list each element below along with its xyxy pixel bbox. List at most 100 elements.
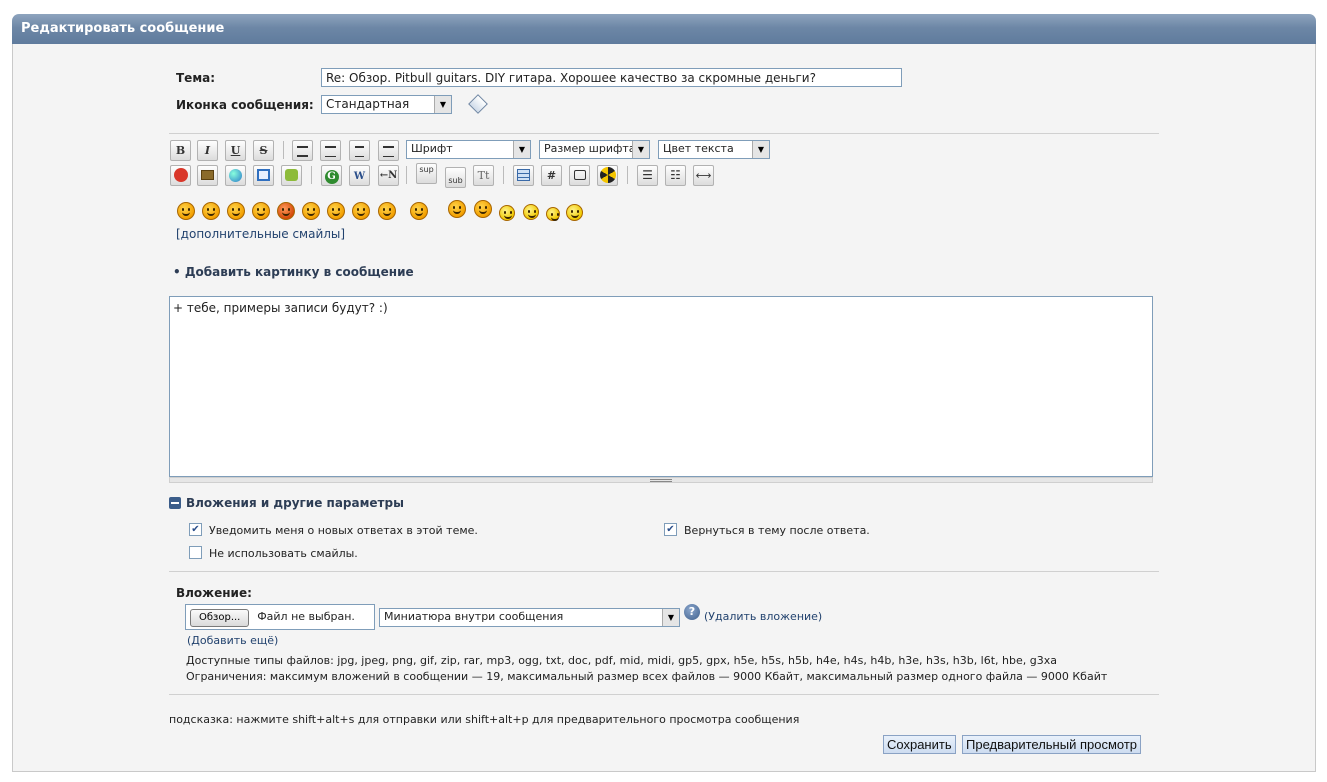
- chevron-down-icon: ▼: [752, 141, 769, 158]
- bullet-icon: •: [173, 265, 185, 279]
- smiley-icon[interactable]: [202, 202, 220, 220]
- editor-resize-handle[interactable]: [169, 477, 1153, 483]
- browse-button[interactable]: Обзор...: [190, 609, 250, 627]
- divider: [169, 133, 1159, 134]
- smiley-icon[interactable]: [546, 207, 560, 221]
- divider: [169, 694, 1159, 695]
- angry-smiley-icon[interactable]: [277, 202, 295, 220]
- chevron-down-icon: ▼: [632, 141, 649, 158]
- smiley-icon[interactable]: [410, 202, 428, 220]
- smiley-icon[interactable]: [302, 202, 320, 220]
- icon-select[interactable]: Стандартная ▼: [321, 95, 452, 114]
- separator: [311, 166, 312, 184]
- smiley-icon[interactable]: [474, 200, 492, 218]
- align-right-icon: [383, 146, 394, 157]
- checkmark-icon: ✔: [191, 524, 200, 535]
- globe-link-icon: [229, 169, 242, 182]
- align-center-icon: [355, 146, 364, 157]
- wiki-button[interactable]: W: [349, 165, 370, 186]
- indent-arrow-icon: ←N: [379, 170, 398, 181]
- limits-text: Ограничения: максимум вложений в сообщен…: [186, 670, 1108, 683]
- horizontal-arrows-icon: ⟷: [695, 169, 712, 182]
- quote-button[interactable]: [569, 165, 590, 186]
- strike-button[interactable]: S: [253, 140, 274, 161]
- notify-label: Уведомить меня о новых ответах в этой те…: [209, 524, 478, 537]
- insert-email-button[interactable]: [253, 165, 274, 186]
- notify-checkbox[interactable]: ✔: [189, 523, 202, 536]
- align-center-button[interactable]: [349, 140, 370, 161]
- collapse-icon[interactable]: [169, 497, 181, 509]
- size-select-value: Размер шрифта: [544, 142, 636, 155]
- align-left-button[interactable]: [320, 140, 341, 161]
- chevron-down-icon: ▼: [513, 141, 530, 158]
- add-image-label: Добавить картинку в сообщение: [184, 265, 414, 279]
- color-select[interactable]: Цвет текста ▼: [658, 140, 770, 159]
- horizontal-rule-button[interactable]: ⟷: [693, 165, 714, 186]
- subject-input[interactable]: Re: Обзор. Pitbull guitars. DIY гитара. …: [321, 68, 902, 87]
- underline-button[interactable]: U: [225, 140, 246, 161]
- add-more-link[interactable]: (Добавить ещё): [187, 634, 278, 647]
- email-icon: [257, 169, 270, 181]
- separator: [627, 166, 628, 184]
- font-select[interactable]: Шрифт ▼: [406, 140, 531, 159]
- google-icon: G: [324, 170, 339, 184]
- allowed-types-text: Доступные типы файлов: jpg, jpeg, png, g…: [186, 654, 1057, 667]
- preview-button[interactable]: Предварительный просмотр: [962, 735, 1142, 754]
- file-input[interactable]: Обзор... Файл не выбран.: [185, 604, 375, 630]
- insert-table-button[interactable]: [513, 165, 534, 186]
- smiley-icon[interactable]: [177, 202, 195, 220]
- insert-image-button[interactable]: [197, 165, 218, 186]
- help-icon[interactable]: ?: [684, 604, 700, 620]
- bullet-list-button[interactable]: ☰: [637, 165, 658, 186]
- size-select[interactable]: Размер шрифта ▼: [539, 140, 650, 159]
- numbered-list-icon: ☷: [670, 168, 681, 182]
- add-image-toggle[interactable]: • Добавить картинку в сообщение: [173, 265, 414, 279]
- separator: [283, 141, 284, 159]
- code-button[interactable]: #: [541, 165, 562, 186]
- smiley-icon[interactable]: [252, 202, 270, 220]
- numbered-list-button[interactable]: ☷: [665, 165, 686, 186]
- subject-label: Тема:: [176, 71, 216, 85]
- align-justify-icon: [297, 146, 308, 157]
- smiley-icon[interactable]: [327, 202, 345, 220]
- delete-attachment-link[interactable]: (Удалить вложение): [704, 610, 822, 623]
- teletype-button[interactable]: Tt: [473, 165, 494, 186]
- checkmark-icon: ✔: [666, 524, 675, 535]
- subscript-button[interactable]: sub: [445, 167, 466, 188]
- color-select-value: Цвет текста: [663, 142, 734, 155]
- hint-text: подсказка: нажмите shift+alt+s для отпра…: [169, 713, 800, 726]
- icon-select-value: Стандартная: [326, 97, 410, 111]
- google-button[interactable]: G: [321, 165, 342, 186]
- no-smilies-checkbox[interactable]: [189, 546, 202, 559]
- smiley-icon[interactable]: [566, 204, 583, 221]
- media-icon: [285, 169, 298, 181]
- cool-smiley-icon[interactable]: [378, 202, 396, 220]
- remove-format-button[interactable]: [170, 165, 191, 186]
- return-checkbox[interactable]: ✔: [664, 523, 677, 536]
- chevron-down-icon: ▼: [434, 96, 451, 113]
- no-smilies-label: Не использовать смайлы.: [209, 547, 358, 560]
- chevron-down-icon: ▼: [662, 609, 679, 626]
- bold-button[interactable]: B: [170, 140, 191, 161]
- smiley-icon[interactable]: [448, 200, 466, 218]
- align-right-button[interactable]: [378, 140, 399, 161]
- insert-link-button[interactable]: [225, 165, 246, 186]
- superscript-button[interactable]: sup: [416, 163, 437, 184]
- spoiler-button[interactable]: [597, 165, 618, 186]
- justify-button[interactable]: [292, 140, 313, 161]
- smiley-icon[interactable]: [499, 205, 515, 221]
- italic-button[interactable]: I: [197, 140, 218, 161]
- align-left-icon: [325, 146, 336, 157]
- attachment-mode-value: Миниатюра внутри сообщения: [384, 610, 564, 623]
- attachment-label: Вложение:: [176, 586, 252, 600]
- attachment-mode-select[interactable]: Миниатюра внутри сообщения ▼: [379, 608, 680, 627]
- smiley-icon[interactable]: [227, 202, 245, 220]
- more-smilies-link[interactable]: [дополнительные смайлы]: [176, 227, 345, 241]
- save-button[interactable]: Сохранить: [883, 735, 956, 754]
- message-editor[interactable]: + тебе, примеры записи будут? :): [169, 296, 1153, 477]
- indent-button[interactable]: ←N: [378, 165, 399, 186]
- smiley-icon[interactable]: [352, 202, 370, 220]
- smiley-icon[interactable]: [523, 204, 539, 220]
- return-label: Вернуться в тему после ответа.: [684, 524, 870, 537]
- insert-video-button[interactable]: [281, 165, 302, 186]
